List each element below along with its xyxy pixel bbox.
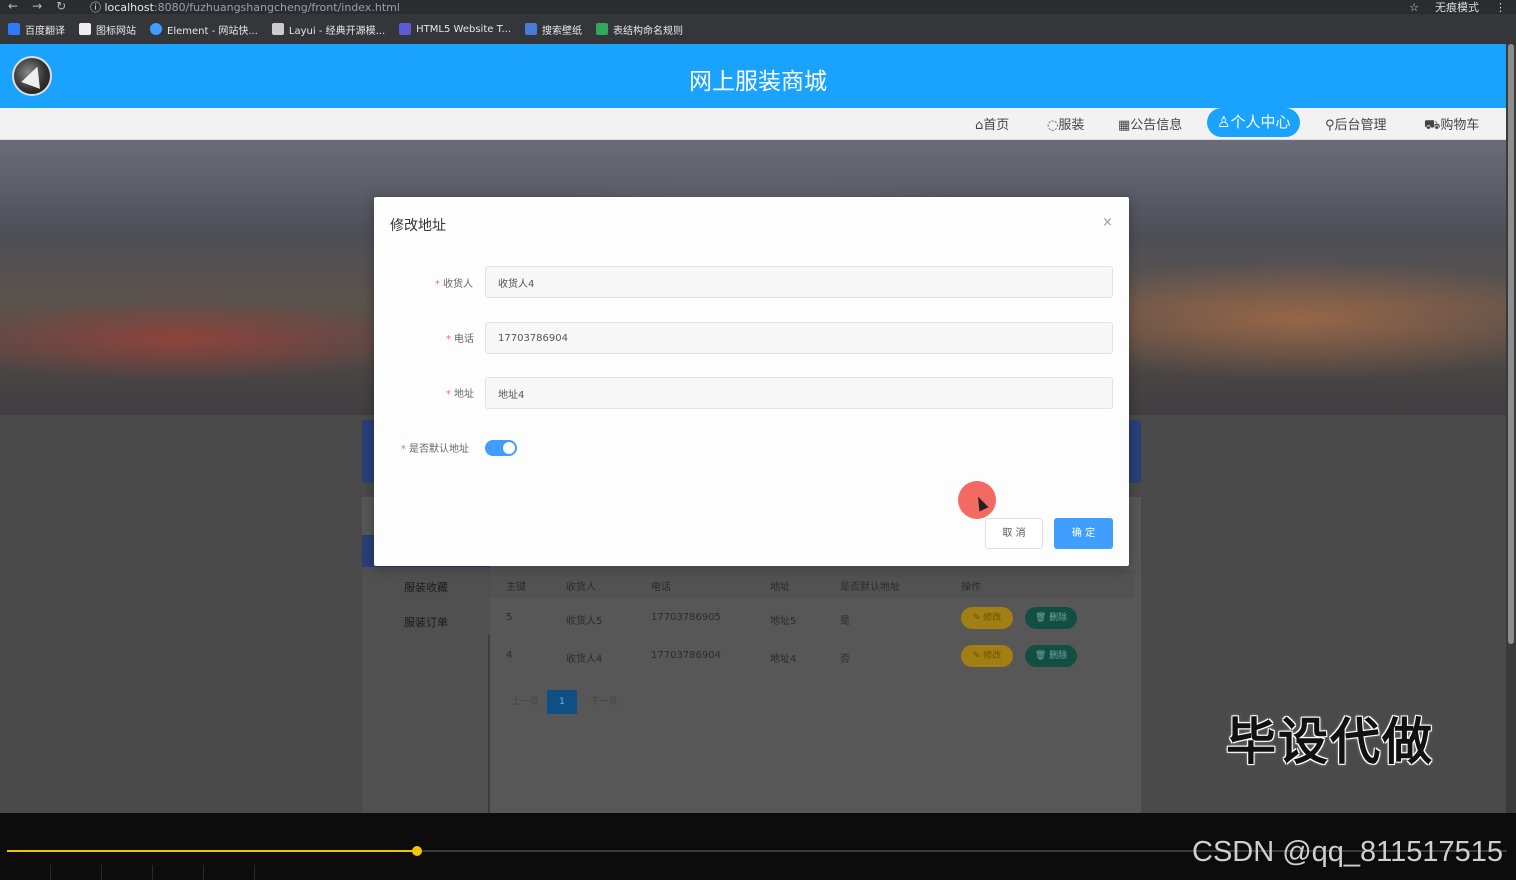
back-icon[interactable]: ← bbox=[8, 0, 18, 12]
menu-icon[interactable]: ⋮ bbox=[1495, 1, 1506, 14]
main-nav: ⌂首页 ◌服装 ▦公告信息 ♙个人中心 ⚲后台管理 ⛟购物车 bbox=[0, 108, 1506, 140]
table-header-cell: 收货人 bbox=[566, 582, 596, 593]
site-title: 网上服装商城 bbox=[689, 69, 827, 95]
phone-label: * 电话 bbox=[446, 334, 474, 345]
cell-address: 地址5 bbox=[770, 616, 797, 627]
side-item-orders[interactable]: 服装订单 bbox=[404, 614, 448, 630]
html5-icon bbox=[399, 23, 412, 35]
layui-icon bbox=[271, 23, 284, 35]
table-header-cell: 地址 bbox=[770, 582, 790, 593]
browser-toolbar: ← → ↻ ⓘ localhost:8080/fuzhuangshangchen… bbox=[0, 0, 1516, 14]
table-header-cell: 操作 bbox=[961, 582, 981, 593]
reload-icon[interactable]: ↻ bbox=[56, 0, 66, 12]
pager-next[interactable]: 下一页 bbox=[585, 690, 623, 714]
address-input[interactable] bbox=[485, 377, 1113, 409]
default-address-switch[interactable] bbox=[485, 440, 517, 456]
table-header-cell: 电话 bbox=[651, 582, 671, 593]
watermark-text: 毕设代做 bbox=[1226, 713, 1434, 771]
url-host: localhost bbox=[104, 1, 154, 14]
cell-default: 是 bbox=[840, 616, 850, 627]
receiver-label: * 收货人 bbox=[435, 279, 473, 290]
nav-notice[interactable]: ▦公告信息 bbox=[1118, 114, 1182, 133]
bookmark-item[interactable]: Element - 网站快... bbox=[150, 22, 258, 37]
site-header: 网上服装商城 bbox=[0, 44, 1506, 108]
info-icon: ⓘ bbox=[90, 1, 105, 14]
cell-id: 5 bbox=[506, 612, 513, 623]
cell-id: 4 bbox=[506, 650, 513, 661]
element-icon bbox=[150, 23, 162, 35]
delete-button[interactable]: 🗑 删除 bbox=[1025, 607, 1077, 629]
cell-phone: 17703786904 bbox=[651, 650, 721, 661]
default-address-label: * 是否默认地址 bbox=[401, 444, 469, 455]
phone-input[interactable] bbox=[485, 322, 1113, 354]
bookmark-item[interactable]: 图标网站 bbox=[79, 22, 136, 37]
translate-icon bbox=[8, 23, 20, 35]
edit-button[interactable]: ✎ 修改 bbox=[961, 645, 1013, 667]
csdn-watermark: CSDN @qq_811517515 bbox=[1192, 836, 1504, 868]
clothes-icon: ◌ bbox=[1047, 118, 1059, 133]
cell-address: 地址4 bbox=[770, 654, 797, 665]
address-label: * 地址 bbox=[446, 389, 474, 400]
player-cell bbox=[0, 865, 51, 880]
edit-button[interactable]: ✎ 修改 bbox=[961, 607, 1013, 629]
confirm-button[interactable]: 确 定 bbox=[1054, 518, 1113, 549]
cancel-button[interactable]: 取 消 bbox=[985, 518, 1043, 549]
side-item-favorites[interactable]: 服装收藏 bbox=[404, 579, 448, 595]
notice-icon: ▦ bbox=[1118, 118, 1131, 133]
player-cell bbox=[204, 865, 255, 880]
incognito-label[interactable]: 无痕模式 bbox=[1435, 0, 1479, 15]
cart-icon: ⛟ bbox=[1424, 118, 1441, 133]
switch-knob bbox=[503, 442, 515, 454]
link-icon: ⚲ bbox=[1325, 118, 1335, 133]
progress-fill bbox=[7, 850, 417, 852]
nav-personal-center[interactable]: ♙个人中心 bbox=[1207, 108, 1301, 137]
dialog-title: 修改地址 bbox=[390, 218, 446, 234]
bookmarks-bar: 百度翻译 图标网站 Element - 网站快... Layui - 经典开源模… bbox=[0, 14, 1516, 44]
flag-icon bbox=[79, 23, 91, 35]
scrollbar-thumb[interactable] bbox=[1508, 44, 1514, 644]
table-icon bbox=[596, 23, 609, 35]
nav-home[interactable]: ⌂首页 bbox=[975, 114, 1009, 133]
bookmark-item[interactable]: 表结构命名规则 bbox=[596, 22, 683, 37]
table-header-cell: 主键 bbox=[506, 582, 526, 593]
cell-default: 否 bbox=[840, 654, 850, 665]
address-bar[interactable]: ⓘ localhost:8080/fuzhuangshangcheng/fron… bbox=[90, 0, 400, 15]
delete-button[interactable]: 🗑 删除 bbox=[1025, 645, 1077, 667]
close-icon[interactable]: × bbox=[1102, 215, 1113, 230]
pager-prev[interactable]: 上一页 bbox=[506, 690, 544, 714]
nav-admin[interactable]: ⚲后台管理 bbox=[1325, 114, 1387, 133]
pager-current[interactable]: 1 bbox=[547, 690, 577, 714]
progress-handle[interactable] bbox=[412, 846, 422, 856]
receiver-input[interactable] bbox=[485, 266, 1113, 298]
cell-name: 收货人4 bbox=[566, 654, 603, 665]
user-icon: ♙ bbox=[1217, 113, 1231, 131]
player-cell bbox=[51, 865, 102, 880]
nav-clothes[interactable]: ◌服装 bbox=[1047, 114, 1084, 133]
side-menu bbox=[362, 535, 490, 813]
player-cell bbox=[153, 865, 204, 880]
bookmark-item[interactable]: 百度翻译 bbox=[8, 22, 65, 37]
browser-nav: ← → ↻ bbox=[8, 0, 66, 12]
browser-actions: ☆ 无痕模式 ⋮ bbox=[1409, 0, 1506, 15]
wallpaper-icon bbox=[525, 23, 538, 35]
table-header-cell: 是否默认地址 bbox=[840, 582, 900, 593]
player-cell bbox=[102, 865, 153, 880]
divider bbox=[488, 635, 490, 813]
forward-icon[interactable]: → bbox=[32, 0, 42, 12]
cell-name: 收货人5 bbox=[566, 616, 603, 627]
bookmark-item[interactable]: 搜索壁纸 bbox=[525, 22, 582, 37]
cell-phone: 17703786905 bbox=[651, 612, 721, 623]
edit-address-dialog: 修改地址 × *收货人 *电话 *地址 *是否默认地址 取 消 确 定 bbox=[374, 197, 1129, 566]
url-path: :8080/fuzhuangshangcheng/front/index.htm… bbox=[153, 1, 400, 14]
bookmark-item[interactable]: Layui - 经典开源模... bbox=[271, 22, 385, 37]
bookmark-item[interactable]: HTML5 Website T... bbox=[399, 23, 511, 35]
nav-cart[interactable]: ⛟购物车 bbox=[1424, 114, 1479, 135]
star-icon[interactable]: ☆ bbox=[1409, 1, 1419, 14]
page-scrollbar[interactable] bbox=[1506, 44, 1516, 813]
